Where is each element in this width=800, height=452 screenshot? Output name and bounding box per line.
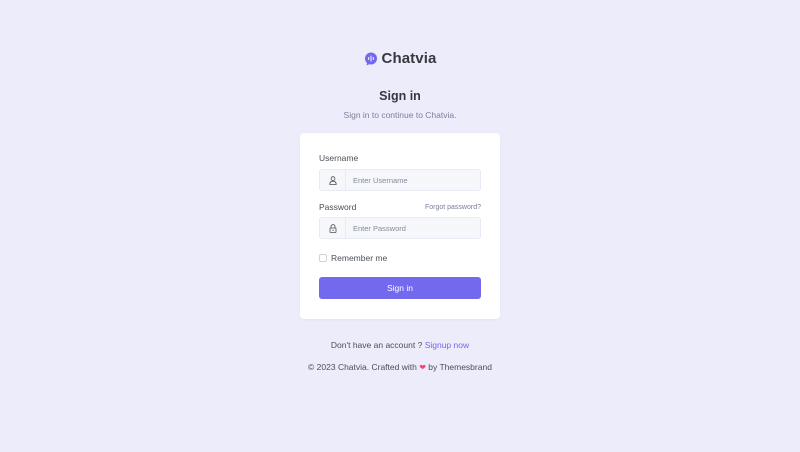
app-logo[interactable]: Chatvia	[0, 50, 800, 67]
remember-checkbox[interactable]	[319, 254, 327, 262]
password-input-group	[319, 217, 481, 239]
password-label: Password	[319, 202, 357, 212]
page-subtitle: Sign in to continue to Chatvia.	[343, 110, 457, 120]
remember-label[interactable]: Remember me	[331, 253, 387, 263]
heart-icon: ❤	[419, 363, 426, 372]
user-icon	[328, 175, 337, 185]
footer: © 2023 Chatvia. Crafted with ❤ by Themes…	[0, 362, 800, 372]
signup-text: Don't have an account ?	[330, 340, 423, 350]
signin-button[interactable]: Sign in	[319, 277, 481, 299]
footer-prefix: © 2023 Chatvia. Crafted with	[308, 362, 417, 372]
brand-name: Chatvia	[381, 50, 437, 67]
signup-link[interactable]: Signup now	[425, 340, 469, 350]
password-addon	[320, 218, 346, 238]
remember-me[interactable]: Remember me	[319, 253, 387, 263]
lock-icon	[329, 223, 336, 233]
page-title: Sign in	[379, 89, 421, 103]
forgot-password-link[interactable]: Forgot password?	[425, 204, 481, 211]
username-addon	[320, 170, 346, 190]
chat-logo-icon	[364, 52, 377, 65]
username-input-group	[319, 169, 481, 191]
username-input[interactable]	[346, 170, 480, 190]
signin-card: Username Password Forgot password? Remem…	[300, 133, 500, 319]
footer-suffix: by Themesbrand	[428, 362, 492, 372]
signup-prompt: Don't have an account ? Signup now	[0, 340, 800, 350]
password-input[interactable]	[346, 218, 480, 238]
username-label: Username	[319, 153, 359, 163]
